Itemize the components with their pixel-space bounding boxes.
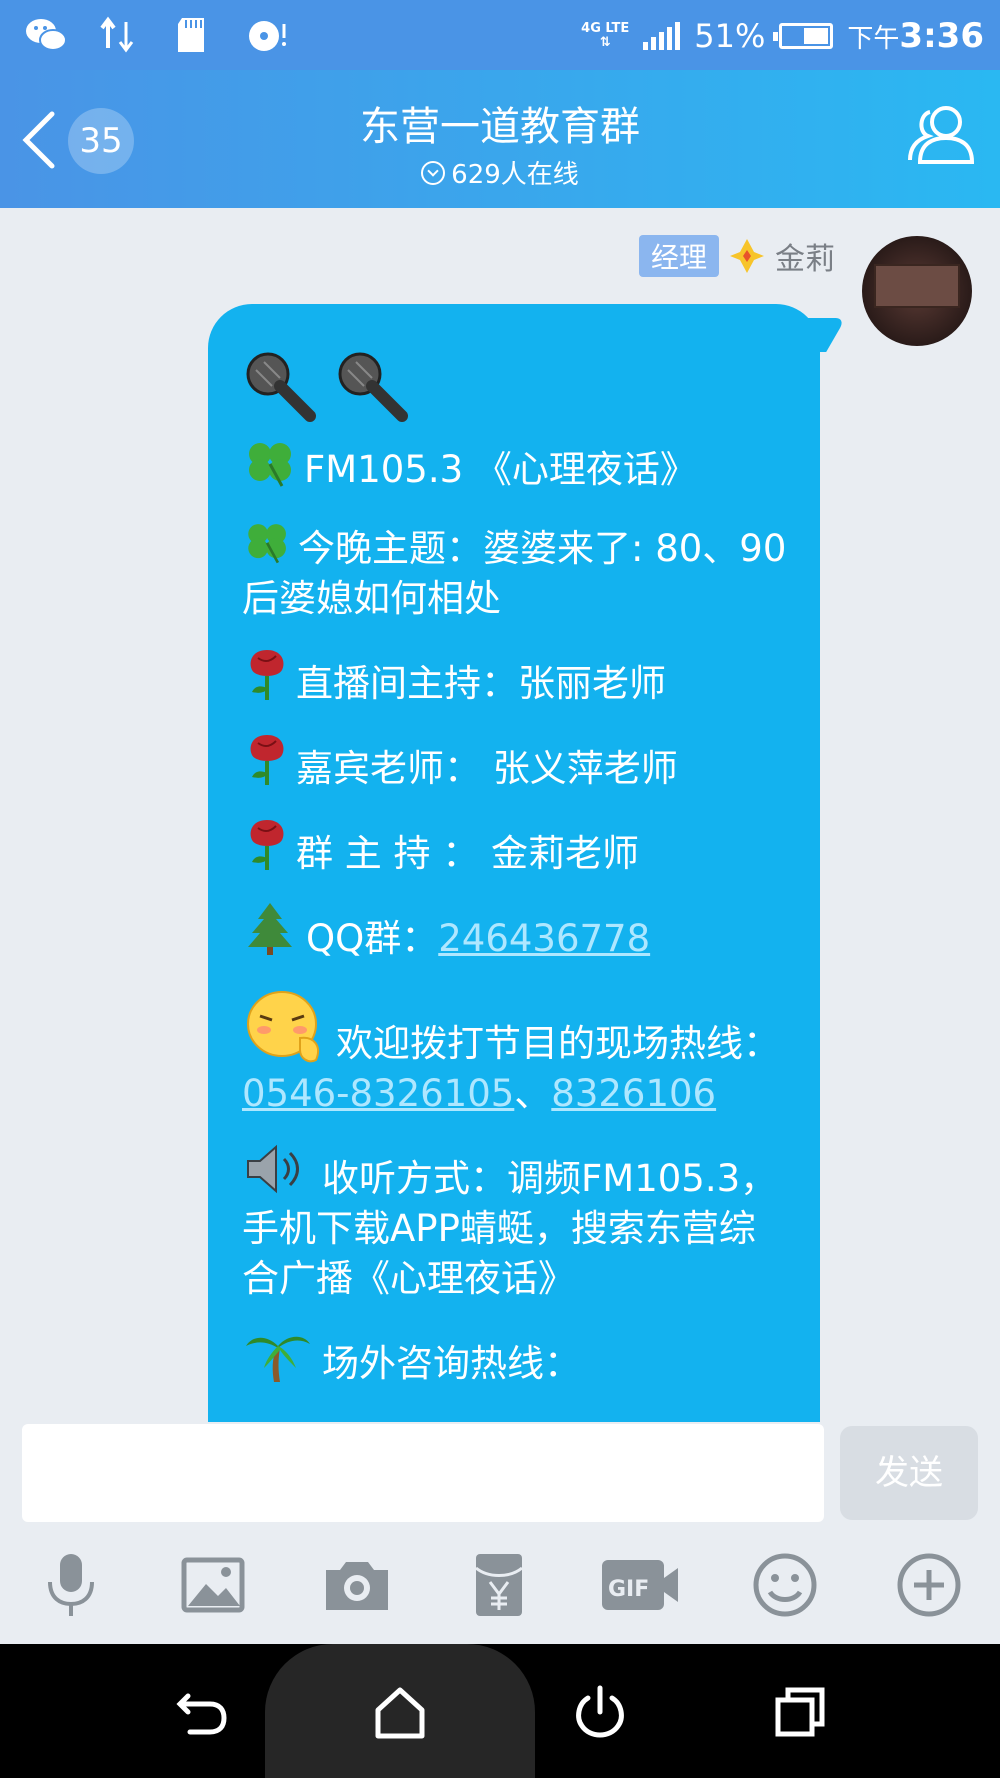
tree-emoji-icon <box>248 903 292 955</box>
hotline-link-2[interactable]: 8326106 <box>551 1072 716 1115</box>
chat-header: 35 东营一道教育群 629人在线 <box>0 70 1000 208</box>
message-text: 今晚主题：婆婆来了: 80、90后婆媳如何相处 <box>242 527 787 620</box>
page-title: 东营一道教育群 <box>360 104 640 150</box>
emoji-icon[interactable] <box>750 1550 820 1620</box>
sd-card-icon <box>178 18 204 52</box>
message-text: 收听方式：调频FM105.3，手机下载APP蜻蜓，搜索东营综合广播《心理夜话》 <box>242 1157 778 1300</box>
clock: 下午3:36 <box>847 16 984 56</box>
image-icon[interactable] <box>178 1550 248 1620</box>
online-count: 629人在线 <box>451 160 579 190</box>
clock-time: 3:36 <box>899 16 984 56</box>
back-icon[interactable] <box>16 108 64 172</box>
qq-group-link[interactable]: 246436778 <box>438 917 650 960</box>
home-nav-icon[interactable] <box>370 1682 430 1742</box>
speaker-emoji-icon <box>247 1144 299 1194</box>
sender-name[interactable]: 金莉 <box>775 234 835 278</box>
signal-icon <box>643 22 681 50</box>
recent-apps-icon[interactable] <box>770 1682 830 1742</box>
message-line-2: 今晚主题：婆婆来了: 80、90后婆媳如何相处 <box>242 517 790 624</box>
hotline-link-1[interactable]: 0546-8326105 <box>242 1072 514 1115</box>
message-line-8: 收听方式：调频FM105.3，手机下载APP蜻蜓，搜索东营综合广播《心理夜话》 <box>242 1141 790 1304</box>
message-line-7: 欢迎拨打节目的现场热线： 0546-8326105、8326106 <box>242 986 790 1119</box>
rose-emoji-icon <box>250 650 284 700</box>
microphone-icon[interactable] <box>36 1550 106 1620</box>
group-members-icon[interactable] <box>906 100 978 172</box>
system-nav-bar <box>0 1644 1000 1778</box>
message-line-1: FM105.3 《心理夜话》 <box>242 438 790 495</box>
battery-icon <box>773 23 834 49</box>
palm-tree-emoji-icon <box>246 1336 310 1382</box>
message-line-3: 直播间主持：张丽老师 <box>242 646 790 709</box>
rose-emoji-icon <box>250 735 284 785</box>
chevron-down-icon <box>421 160 446 185</box>
message-line-4: 嘉宾老师： 张义萍老师 <box>242 731 790 794</box>
message-text: 群 主 持 ： 金莉老师 <box>296 832 640 875</box>
clock-prefix: 下午 <box>847 24 900 54</box>
clover-emoji-icon <box>248 524 286 564</box>
plus-icon[interactable] <box>894 1550 964 1620</box>
avatar[interactable] <box>862 236 972 346</box>
message-line-5: 群 主 持 ： 金莉老师 <box>242 816 790 879</box>
hotline-separator: 、 <box>514 1072 552 1115</box>
message-bubble[interactable]: FM105.3 《心理夜话》 今晚主题：婆婆来了: 80、90后婆媳如何相处 直… <box>208 304 820 1422</box>
message-text: 直播间主持：张丽老师 <box>296 662 666 705</box>
message-line-9: 场外咨询热线： <box>242 1326 790 1389</box>
shy-face-emoji-icon <box>247 991 319 1063</box>
gif-icon[interactable]: GIF <box>600 1550 680 1620</box>
level-diamond-icon <box>730 239 764 273</box>
message-text: QQ群： <box>306 917 439 960</box>
avatar-image <box>874 264 960 308</box>
message-line-6: QQ群：246436778 <box>242 901 790 964</box>
message-input[interactable] <box>22 1424 824 1522</box>
message-text: 欢迎拨打节目的现场热线： <box>336 1022 780 1065</box>
cd-icon <box>249 21 286 51</box>
power-nav-icon[interactable] <box>570 1682 630 1742</box>
message-text: FM105.3 《心理夜话》 <box>304 448 697 491</box>
camera-icon[interactable] <box>322 1550 392 1620</box>
message-text: 场外咨询热线： <box>322 1342 581 1385</box>
microphone-emoji-row <box>242 348 790 424</box>
battery-percent: 51% <box>694 17 766 55</box>
role-tag: 经理 <box>638 235 719 277</box>
data-transfer-icon <box>100 16 134 53</box>
sender-row: 经理 金莉 <box>638 234 835 278</box>
rose-emoji-icon <box>250 820 284 870</box>
input-bar: 发送 <box>0 1422 1000 1522</box>
network-indicator: 4G LTE ⇅ <box>581 21 630 50</box>
send-button[interactable]: 发送 <box>840 1426 978 1520</box>
unread-badge[interactable]: 35 <box>68 108 134 174</box>
message-text: 嘉宾老师： 张义萍老师 <box>296 747 678 790</box>
microphone-emoji-icon <box>246 352 316 422</box>
online-status[interactable]: 629人在线 <box>300 154 700 191</box>
microphone-emoji-icon <box>338 352 408 422</box>
status-bar: 4G LTE ⇅ 51% 下午3:36 <box>0 0 1000 70</box>
wechat-icon <box>26 19 67 51</box>
chat-area[interactable]: 经理 金莉 FM105.3 《心理夜话》 今晚主题：婆婆来了: 80、90后婆媳… <box>0 208 1000 1422</box>
red-packet-icon[interactable] <box>464 1550 534 1620</box>
input-toolbar: GIF <box>0 1522 1000 1644</box>
clover-emoji-icon <box>249 443 291 487</box>
svg-text:GIF: GIF <box>608 1577 649 1602</box>
back-nav-icon[interactable] <box>172 1682 232 1742</box>
